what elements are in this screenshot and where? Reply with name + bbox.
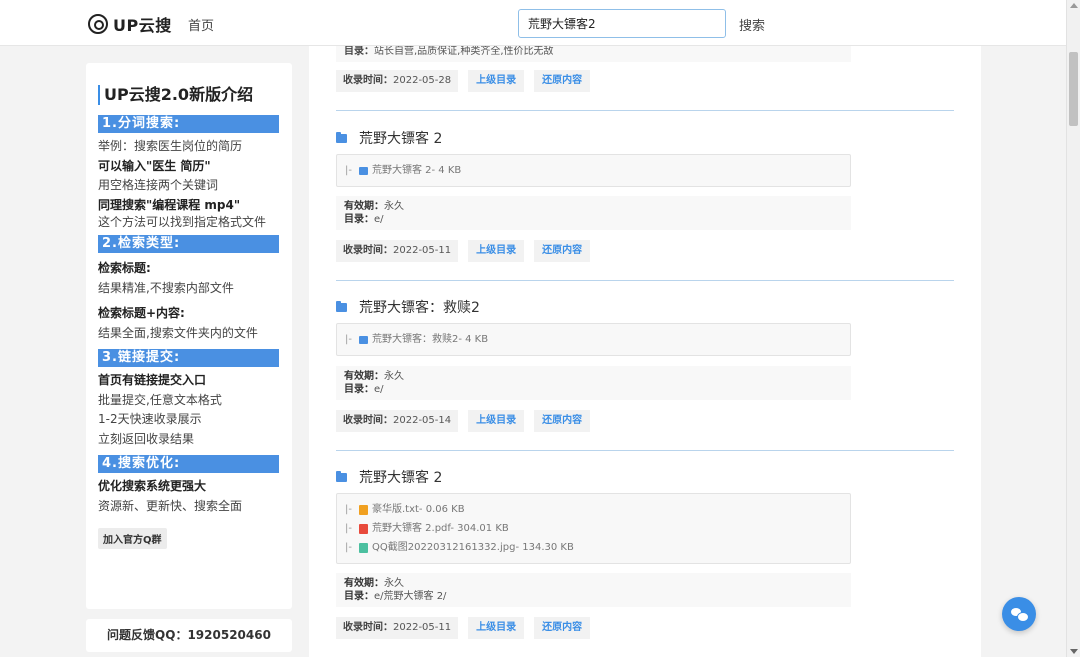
section-line: 举例：搜索医生岗位的简历 [98, 139, 243, 153]
parent-dir-button[interactable]: 上级目录 [468, 617, 525, 639]
pdf-file-icon [358, 523, 368, 534]
dir-value: 站长自营,品质保证,种类齐全,性价比无敌 [374, 46, 554, 57]
restore-content-button[interactable]: 还原内容 [534, 410, 591, 432]
result-title-link[interactable]: 荒野大镖客 2 [336, 467, 442, 487]
indexed-time: 收录时间：2022-05-14 [336, 410, 459, 432]
result-info-box: 有效期：永久 目录：e/ [336, 366, 851, 400]
nav-home-link[interactable]: 首页 [188, 15, 214, 34]
folder-icon [336, 470, 347, 482]
result-title-link[interactable]: 荒野大镖客：救赎2 [336, 297, 480, 317]
result-meta-row: 收录时间：2022-05-11 上级目录 还原内容 [336, 617, 600, 639]
scroll-thumb[interactable] [1069, 52, 1078, 126]
parent-dir-button[interactable]: 上级目录 [468, 70, 525, 92]
section-line: 结果全面,搜索文件夹内的文件 [98, 325, 258, 340]
validity-line: 有效期：永久 [344, 371, 404, 382]
restore-content-button[interactable]: 还原内容 [534, 240, 591, 262]
scroll-down-arrow-icon[interactable] [1070, 649, 1078, 654]
image-file-icon [358, 542, 368, 553]
section-line: 立刻返回收录结果 [98, 431, 195, 446]
dir-line: 目录：e/ [344, 214, 384, 225]
result-meta-row: 收录时间：2022-05-28 上级目录 还原内容 [336, 70, 600, 92]
result-info-box: 有效期：永久 目录：e/ [336, 196, 851, 230]
section-line: 结果精准,不搜索内部文件 [98, 280, 234, 295]
result-title-link[interactable]: 荒野大镖客 2 [336, 128, 442, 148]
result-divider [336, 450, 954, 451]
result-info-box: 有效期：永久 目录：e/荒野大镖客 2/ [336, 573, 851, 607]
partial-info-box: 目录：站长自营,品质保证,种类齐全,性价比无敌 [336, 46, 851, 62]
restore-content-button[interactable]: 还原内容 [534, 617, 591, 639]
folder-icon [358, 166, 368, 175]
file-item[interactable]: |- 荒野大镖客 2- 4 KB [345, 161, 842, 180]
folder-icon [336, 131, 347, 143]
file-list-box: |- 豪华版.txt- 0.06 KB |- 荒野大镖客 2.pdf- 304.01… [336, 493, 851, 564]
section-line: 优化搜索系统更强大 [98, 479, 207, 493]
section-line: 这个方法可以找到指定格式文件 [98, 215, 267, 229]
page-scrollbar[interactable] [1066, 0, 1080, 657]
section-line: 可以输入"医生 简历" [98, 158, 211, 173]
search-button[interactable]: 搜索 [739, 15, 765, 34]
wechat-float-button[interactable] [1002, 597, 1036, 631]
indexed-time: 收录时间：2022-05-11 [336, 617, 459, 639]
parent-dir-button[interactable]: 上级目录 [468, 240, 525, 262]
dir-label: 目录： [344, 46, 374, 57]
folder-icon [358, 335, 368, 344]
section-heading: 2.检索类型: [98, 235, 279, 253]
result-meta-row: 收录时间：2022-05-14 上级目录 还原内容 [336, 410, 600, 432]
section-heading: 3.链接提交: [98, 349, 279, 367]
txt-file-icon [358, 504, 368, 515]
top-header: UP云搜 首页 搜索 [0, 0, 1066, 46]
wechat-icon [1011, 608, 1029, 622]
file-item[interactable]: |- 豪华版.txt- 0.06 KB [345, 500, 842, 519]
restore-content-button[interactable]: 还原内容 [534, 70, 591, 92]
section-line: 首页有链接提交入口 [98, 373, 207, 387]
validity-line: 有效期：永久 [344, 201, 404, 212]
sidebar-section: 3.链接提交: 首页有链接提交入口 批量提交,任意文本格式 1-2天快速收录展示… [98, 349, 279, 449]
section-line: 资源新、更新快、搜索全面 [98, 498, 243, 513]
join-qq-group-button[interactable]: 加入官方Q群 [98, 528, 167, 549]
section-line: 1-2天快速收录展示 [98, 412, 202, 426]
logo-search-icon [88, 14, 108, 34]
scroll-up-arrow-icon[interactable] [1070, 3, 1078, 8]
result-divider [336, 280, 954, 281]
indexed-time: 收录时间：2022-05-28 [336, 70, 459, 92]
search-input[interactable] [518, 9, 726, 38]
validity-line: 有效期：永久 [344, 578, 404, 589]
indexed-time: 收录时间：2022-05-11 [336, 240, 459, 262]
section-line: 用空格连接两个关键词 [98, 178, 219, 192]
sidebar-section: 2.检索类型: 检索标题: 结果精准,不搜索内部文件 检索标题+内容: 结果全面… [98, 235, 279, 343]
section-line: 同理搜索"编程课程 mp4" [98, 197, 241, 212]
section-line: 批量提交,任意文本格式 [98, 392, 222, 407]
sidebar-section: 1.分词搜索: 举例：搜索医生岗位的简历 可以输入"医生 简历" 用空格连接两个… [98, 115, 279, 229]
folder-icon [336, 300, 347, 312]
section-heading: 1.分词搜索: [98, 115, 279, 133]
section-line: 检索标题: [98, 261, 151, 275]
sidebar-title: UP云搜2.0新版介绍 [98, 85, 279, 105]
result-divider [336, 110, 954, 111]
logo-text: UP云搜 [113, 16, 172, 35]
file-list-box: |- 荒野大镖客 2- 4 KB [336, 154, 851, 187]
section-line: 检索标题+内容: [98, 306, 185, 320]
file-item[interactable]: |- QQ截图20220312161332.jpg- 134.30 KB [345, 538, 842, 557]
result-meta-row: 收录时间：2022-05-11 上级目录 还原内容 [336, 240, 600, 262]
dir-line: 目录：e/ [344, 384, 384, 395]
file-item[interactable]: |- 荒野大镖客：救赎2- 4 KB [345, 330, 842, 349]
file-list-box: |- 荒野大镖客：救赎2- 4 KB [336, 323, 851, 356]
dir-line: 目录：e/荒野大镖客 2/ [344, 591, 447, 602]
intro-sidebar: UP云搜2.0新版介绍 1.分词搜索: 举例：搜索医生岗位的简历 可以输入"医生… [86, 63, 292, 609]
sidebar-section: 4.搜索优化: 优化搜索系统更强大 资源新、更新快、搜索全面 [98, 455, 279, 516]
results-panel: 目录：站长自营,品质保证,种类齐全,性价比无敌 收录时间：2022-05-28 … [309, 46, 981, 657]
parent-dir-button[interactable]: 上级目录 [468, 410, 525, 432]
file-item[interactable]: |- 荒野大镖客 2.pdf- 304.01 KB [345, 519, 842, 538]
site-logo[interactable]: UP云搜 [88, 12, 172, 36]
feedback-qq: 问题反馈QQ：1920520460 [86, 619, 292, 652]
section-heading: 4.搜索优化: [98, 455, 279, 473]
